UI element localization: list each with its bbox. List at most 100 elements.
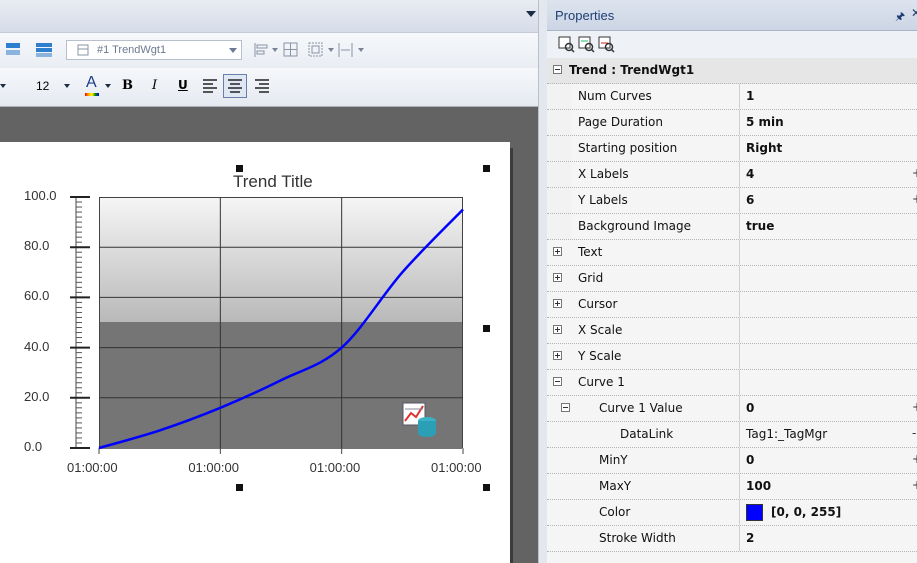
collapse-icon[interactable] <box>561 403 570 412</box>
property-name: DataLink <box>620 427 674 441</box>
group-row-grid[interactable]: Grid <box>547 266 917 292</box>
expand-plus-icon[interactable]: + <box>912 166 917 180</box>
column-separator <box>739 500 740 525</box>
categorized-icon[interactable] <box>557 35 575 53</box>
group-row-x-scale[interactable]: X Scale <box>547 318 917 344</box>
column-separator <box>739 240 740 265</box>
alphabetical-icon[interactable] <box>577 35 595 53</box>
property-row[interactable]: Starting position Right <box>547 136 917 162</box>
close-icon[interactable]: ✕ <box>911 6 917 20</box>
property-name: MaxY <box>599 479 632 493</box>
property-value[interactable]: 2 <box>746 531 754 545</box>
expand-plus-icon[interactable]: + <box>912 452 917 466</box>
y-tick-label: 100.0 <box>24 188 57 203</box>
property-name: X Labels <box>578 167 629 181</box>
pin-icon[interactable]: 🖈 <box>895 8 905 27</box>
property-row[interactable]: DataLink Tag1:_TagMgr - <box>547 422 917 448</box>
property-row[interactable]: Page Duration 5 min <box>547 110 917 136</box>
property-value[interactable]: 5 min <box>746 115 784 129</box>
color-swatch[interactable] <box>746 504 763 521</box>
collapse-minus-icon[interactable]: - <box>912 426 916 440</box>
property-pages-icon[interactable] <box>597 35 615 53</box>
resize-handle-right[interactable] <box>483 325 490 332</box>
property-grid: Trend : TrendWgt1 Num Curves 1 Page Dura… <box>547 58 917 552</box>
group-label: X Scale <box>578 323 623 337</box>
property-name: MinY <box>599 453 628 467</box>
column-separator <box>739 136 740 161</box>
property-value[interactable]: 4 <box>746 167 754 181</box>
editor-pane: #1 TrendWgt1 12 A B I U Trend Title 100.… <box>0 0 538 563</box>
collapse-icon[interactable] <box>553 377 562 386</box>
property-value[interactable]: 100 <box>746 479 771 493</box>
property-value[interactable]: 6 <box>746 193 754 207</box>
row-gutter <box>547 214 571 239</box>
y-tick-label: 60.0 <box>24 288 50 304</box>
column-separator <box>739 110 740 135</box>
x-tick-label: 01:00:00 <box>188 460 239 475</box>
property-name: Y Labels <box>578 193 628 207</box>
resize-handle-top[interactable] <box>236 165 243 172</box>
expand-icon[interactable] <box>553 273 562 282</box>
expand-plus-icon[interactable]: + <box>912 400 917 414</box>
trend-chart <box>70 196 464 454</box>
property-name: Stroke Width <box>599 531 676 545</box>
property-row[interactable]: Background Image true <box>547 214 917 240</box>
property-name: Page Duration <box>578 115 663 129</box>
column-separator <box>739 318 740 343</box>
row-gutter <box>547 188 571 213</box>
property-row[interactable]: MinY 0 + <box>547 448 917 474</box>
resize-handle-bottom-right[interactable] <box>483 484 490 491</box>
expand-icon[interactable] <box>553 299 562 308</box>
group-row-y-scale[interactable]: Y Scale <box>547 344 917 370</box>
property-value[interactable]: true <box>746 219 774 233</box>
expand-plus-icon[interactable]: + <box>912 192 917 206</box>
expand-icon[interactable] <box>553 351 562 360</box>
property-row[interactable]: Color [0, 0, 255] <box>547 500 917 526</box>
y-tick-label: 20.0 <box>24 388 50 404</box>
group-row-text[interactable]: Text <box>547 240 917 266</box>
object-header-row[interactable]: Trend : TrendWgt1 <box>547 58 917 84</box>
row-gutter <box>547 84 571 109</box>
property-value[interactable]: 1 <box>746 89 754 103</box>
property-value[interactable]: 0 <box>746 453 754 467</box>
column-separator <box>739 162 740 187</box>
property-row[interactable]: Curve 1 Value 0 + <box>547 396 917 422</box>
group-row-curve-1[interactable]: Curve 1 <box>547 370 917 396</box>
column-separator <box>739 214 740 239</box>
collapse-icon[interactable] <box>553 65 562 74</box>
x-tick-label: 01:00:00 <box>309 460 361 475</box>
row-gutter <box>547 136 571 161</box>
property-name: Num Curves <box>578 89 652 103</box>
x-tick-label: 01:00:00 <box>67 460 118 475</box>
property-row[interactable]: Y Labels 6 + <box>547 188 917 214</box>
property-row[interactable]: Num Curves 1 <box>547 84 917 110</box>
expand-icon[interactable] <box>553 247 562 256</box>
y-tick-label: 80.0 <box>24 238 50 254</box>
column-separator <box>739 396 740 421</box>
properties-toolbar <box>547 31 917 58</box>
resize-handle-bottom[interactable] <box>236 484 243 491</box>
properties-header: Properties 🖈 ✕ <box>547 0 917 31</box>
group-label: Y Scale <box>578 349 622 363</box>
property-value[interactable]: Tag1:_TagMgr <box>746 427 827 441</box>
column-separator <box>739 84 740 109</box>
row-gutter <box>547 110 571 135</box>
group-row-cursor[interactable]: Cursor <box>547 292 917 318</box>
expand-plus-icon[interactable]: + <box>912 478 917 492</box>
y-tick-label: 40.0 <box>24 338 50 354</box>
property-value[interactable]: [0, 0, 255] <box>771 505 841 519</box>
trend-widget-icon <box>402 402 436 437</box>
property-row[interactable]: X Labels 4 + <box>547 162 917 188</box>
column-separator <box>739 292 740 317</box>
property-row[interactable]: MaxY 100 + <box>547 474 917 500</box>
column-separator <box>739 370 740 395</box>
expand-icon[interactable] <box>553 325 562 334</box>
properties-title: Properties <box>555 8 615 23</box>
property-value[interactable]: Right <box>746 141 782 155</box>
property-name: Background Image <box>578 219 691 233</box>
resize-handle-top-right[interactable] <box>483 165 490 172</box>
property-row[interactable]: Stroke Width 2 <box>547 526 917 552</box>
column-separator <box>739 526 740 551</box>
property-name: Starting position <box>578 141 678 155</box>
property-value[interactable]: 0 <box>746 401 754 415</box>
